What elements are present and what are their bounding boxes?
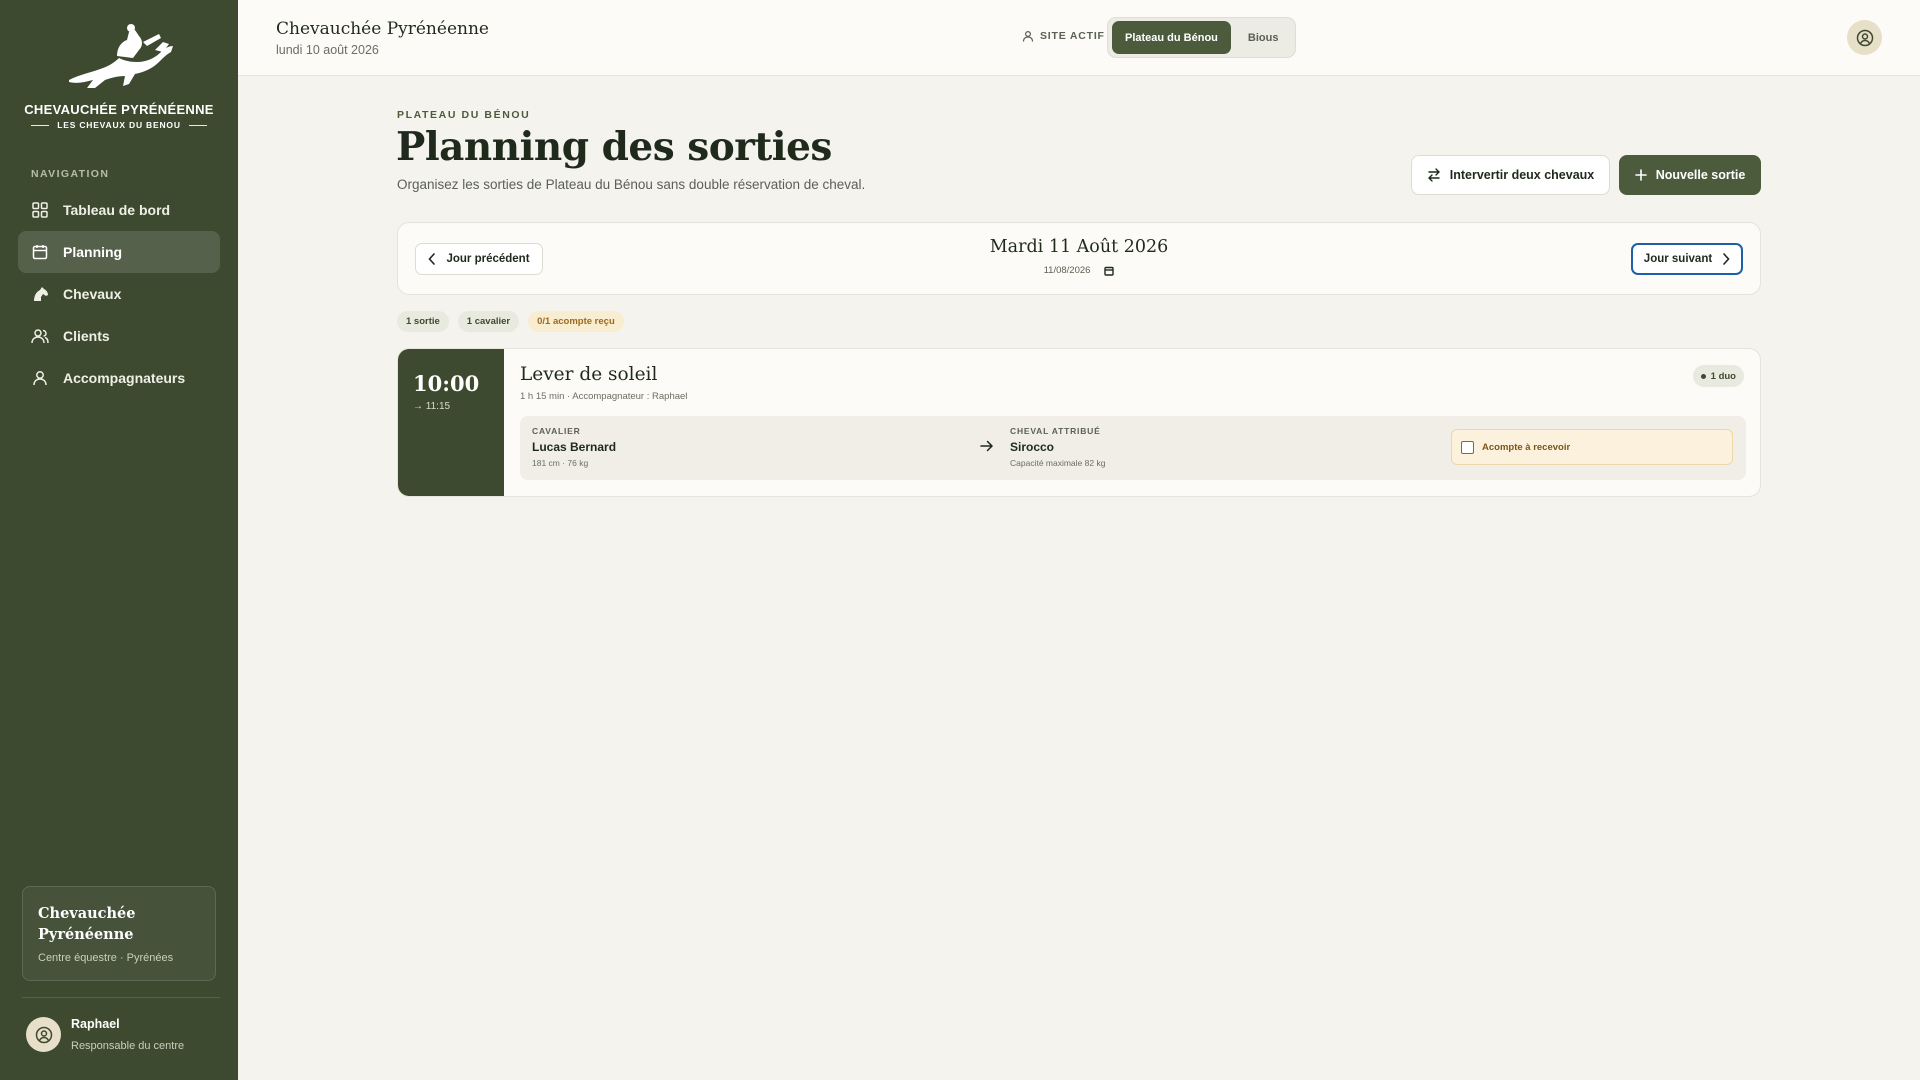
page-eyebrow: PLATEAU DU BÉNOU [397, 109, 531, 121]
users-icon [31, 327, 49, 345]
calendar-icon [31, 243, 49, 261]
user-name: Raphael [71, 1017, 120, 1031]
site-option-plateau-du-benou[interactable]: Plateau du Bénou [1112, 21, 1231, 54]
user-info: Raphael Responsable du centre [71, 1017, 184, 1052]
app-title: Chevauchée Pyrénéenne [276, 19, 489, 39]
duo-count-badge: 1 duo [1692, 365, 1744, 387]
sidebar: CHEVAUCHÉE PYRÉNÉENNE LES CHEVAUX DU BEN… [0, 0, 238, 1080]
sidebar-item-label: Accompagnateurs [63, 370, 186, 386]
user-circle-icon [35, 1026, 52, 1043]
account-button[interactable] [1847, 20, 1882, 55]
next-day-label: Jour suivant [1643, 253, 1713, 265]
page-description: Organisez les sorties de Plateau du Béno… [397, 177, 866, 192]
date-input[interactable]: 11/08/2026 [398, 265, 1760, 276]
dashboard-icon [31, 201, 49, 219]
outing-title: Lever de soleil [520, 364, 658, 385]
nav-heading: NAVIGATION [31, 168, 110, 180]
outing-end-time: → 11:15 [413, 401, 451, 412]
outing-card[interactable]: 10:00 → 11:15 Lever de soleil 1 h 15 min… [397, 348, 1761, 497]
user-profile[interactable]: Raphael Responsable du centre [26, 1017, 184, 1052]
tagline-line-left [31, 124, 50, 126]
topbar: Chevauchée Pyrénéenne lundi 10 août 2026… [238, 0, 1920, 76]
site-label-text: SITE ACTIF [1040, 30, 1105, 42]
sidebar-item-label: Chevaux [63, 286, 122, 302]
current-day-title: Mardi 11 Août 2026 [989, 237, 1169, 257]
outing-time-column: 10:00 → 11:15 [398, 349, 504, 496]
new-outing-button[interactable]: Nouvelle sortie [1619, 155, 1761, 195]
outing-meta: 1 h 15 min · Accompagnateur : Raphael [520, 391, 688, 402]
site-option-bious[interactable]: Bious [1235, 21, 1292, 54]
plus-icon [1634, 169, 1647, 181]
horse-name[interactable]: Sirocco [1010, 440, 1105, 454]
rider-name[interactable]: Lucas Bernard [532, 440, 616, 454]
sidebar-item-label: Planning [63, 244, 123, 260]
sidebar-item-accompagnateurs[interactable]: Accompagnateurs [18, 357, 220, 399]
rider-horse-pair: CAVALIER Lucas Bernard 181 cm · 76 kg CH… [520, 416, 1746, 480]
avatar [26, 1017, 61, 1052]
brand-tagline: LES CHEVAUX DU BENOU [0, 120, 238, 130]
sidebar-divider [22, 997, 220, 998]
centre-name: Chevauchée Pyrénéenne [38, 905, 136, 943]
deposit-status-chip: 0/1 acompte reçu [528, 311, 624, 332]
day-navigator: Jour précédent Mardi 11 Août 2026 11/08/… [397, 222, 1761, 295]
chevron-right-icon [1723, 253, 1730, 265]
site-label: SITE ACTIF [1022, 30, 1105, 42]
rider-block: CAVALIER Lucas Bernard 181 cm · 76 kg [532, 426, 616, 468]
brand-logo[interactable]: CHEVAUCHÉE PYRÉNÉENNE LES CHEVAUX DU BEN… [0, 22, 238, 130]
horse-capacity: Capacité maximale 82 kg [1010, 458, 1106, 468]
summary-chips: 1 sortie 1 cavalier 0/1 acompte reçu [397, 311, 624, 332]
page-title: Planning des sorties [396, 124, 832, 170]
sidebar-item-chevaux[interactable]: Chevaux [18, 273, 220, 315]
outings-count-chip: 1 sortie [397, 311, 449, 332]
sidebar-item-tableau-de-bord[interactable]: Tableau de bord [18, 189, 220, 231]
sidebar-nav: Tableau de bord Planning Chevaux Clients… [18, 189, 220, 399]
swap-icon [1427, 168, 1440, 182]
status-dot-icon [1700, 373, 1706, 379]
app-date: lundi 10 août 2026 [276, 43, 379, 57]
brand-name: CHEVAUCHÉE PYRÉNÉENNE [24, 102, 214, 117]
deposit-toggle[interactable]: Acompte à recevoir [1451, 429, 1733, 465]
centre-subtitle: Centre équestre · Pyrénées [38, 952, 174, 964]
user-role: Responsable du centre [71, 1040, 185, 1052]
tagline-line-right [188, 124, 207, 126]
horse-block: CHEVAL ATTRIBUÉ Sirocco Capacité maximal… [1010, 426, 1105, 468]
outing-start-time: 10:00 [413, 371, 480, 396]
next-day-button[interactable]: Jour suivant [1631, 243, 1743, 275]
sidebar-item-label: Tableau de bord [63, 202, 171, 218]
riders-count-chip: 1 cavalier [457, 311, 520, 332]
deposit-label: Acompte à recevoir [1482, 441, 1571, 453]
swap-horses-label: Intervertir deux chevaux [1449, 168, 1595, 182]
rider-info: 181 cm · 76 kg [532, 458, 589, 468]
site-switcher: Plateau du Bénou Bious [1107, 17, 1297, 58]
sidebar-item-clients[interactable]: Clients [18, 315, 220, 357]
date-input-value: 11/08/2026 [1043, 265, 1091, 276]
arrow-right-icon [980, 440, 994, 452]
rider-label: CAVALIER [532, 426, 581, 436]
user-circle-icon [1856, 29, 1873, 46]
centre-card: Chevauchée Pyrénéenne Centre équestre · … [22, 886, 216, 981]
horse-label: CHEVAL ATTRIBUÉ [1010, 426, 1101, 436]
new-outing-label: Nouvelle sortie [1655, 168, 1746, 182]
duo-count-label: 1 duo [1710, 370, 1736, 382]
sidebar-item-label: Clients [63, 328, 110, 344]
user-icon [1022, 30, 1034, 42]
rider-horse-logo-icon [69, 24, 173, 88]
calendar-icon[interactable] [1104, 266, 1115, 276]
swap-horses-button[interactable]: Intervertir deux chevaux [1411, 155, 1610, 195]
user-icon [31, 369, 49, 387]
brand-tagline-text: LES CHEVAUX DU BENOU [57, 120, 181, 130]
deposit-checkbox[interactable] [1461, 440, 1474, 454]
horse-icon [31, 285, 49, 303]
sidebar-item-planning[interactable]: Planning [18, 231, 220, 273]
